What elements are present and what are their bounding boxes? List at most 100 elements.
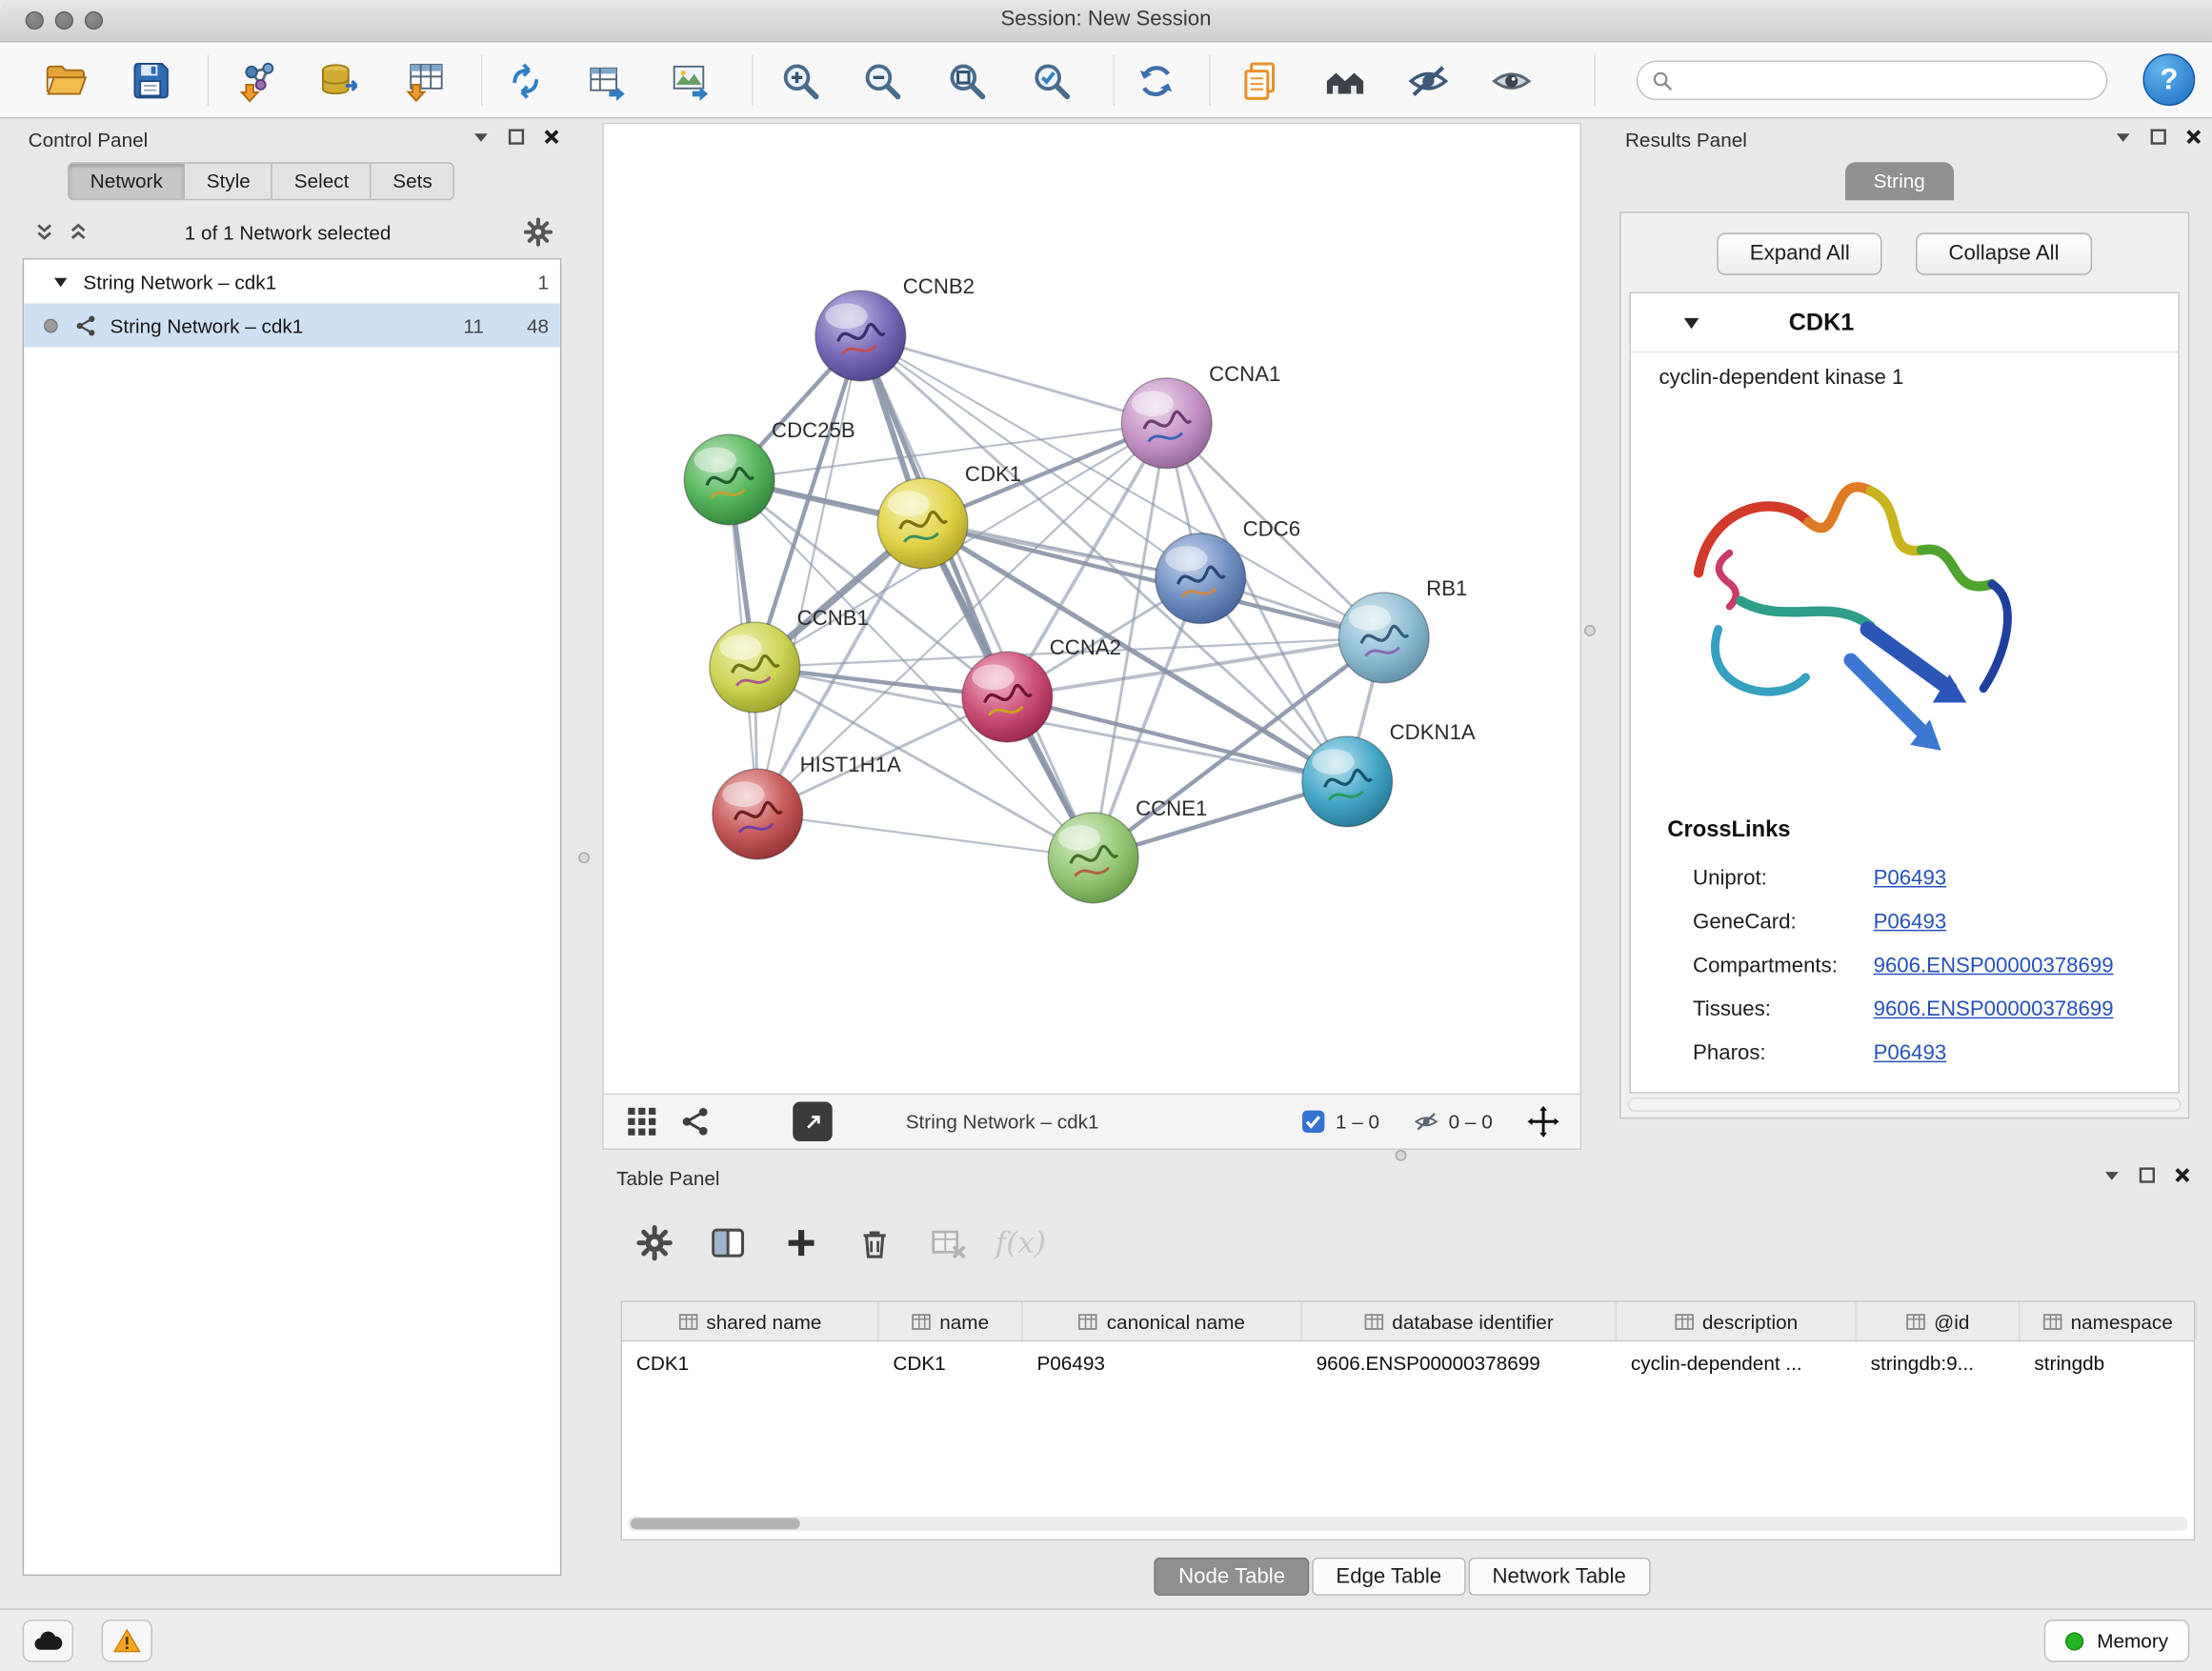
- network-collection-row[interactable]: String Network – cdk1 1: [24, 259, 560, 303]
- show-all-button[interactable]: [1482, 52, 1538, 109]
- gear-icon[interactable]: [523, 217, 553, 247]
- delete-column-button[interactable]: [855, 1224, 893, 1262]
- crosslink-label: GeneCard:: [1693, 910, 1874, 934]
- network-row-selected[interactable]: String Network – cdk1 11 48: [24, 303, 560, 347]
- edge-CCNB2-CCNE1[interactable]: [860, 335, 1093, 857]
- crosslink-link[interactable]: 9606.ENSP00000378699: [1874, 997, 2114, 1021]
- float-panel-icon[interactable]: [2101, 1165, 2122, 1185]
- save-session-button[interactable]: [121, 52, 177, 109]
- import-network-file-button[interactable]: [230, 52, 286, 109]
- clone-network-button[interactable]: [496, 52, 553, 109]
- birds-eye-view-icon[interactable]: [680, 1106, 712, 1137]
- vertical-splitter-handle[interactable]: [1584, 625, 1596, 636]
- tab-network-table[interactable]: Network Table: [1468, 1558, 1650, 1596]
- node-CCNB2[interactable]: CCNB2: [815, 274, 975, 381]
- tab-string[interactable]: String: [1845, 162, 1953, 200]
- table-cell[interactable]: 9606.ENSP00000378699: [1302, 1341, 1617, 1383]
- tab-select[interactable]: Select: [271, 162, 372, 200]
- warnings-button[interactable]: [102, 1620, 152, 1661]
- cloud-status-button[interactable]: [23, 1620, 73, 1661]
- column-header-id[interactable]: @id: [1857, 1302, 2021, 1340]
- graphics-details-icon[interactable]: [627, 1106, 658, 1137]
- search-input[interactable]: [1681, 70, 2106, 92]
- export-table-button[interactable]: [578, 52, 634, 109]
- import-network-database-button[interactable]: [311, 52, 367, 109]
- node-CDK1[interactable]: CDK1: [877, 462, 1021, 569]
- edge-CDK1-RB1[interactable]: [922, 523, 1383, 637]
- zoom-out-icon: [860, 58, 904, 102]
- column-header-description[interactable]: description: [1617, 1302, 1857, 1340]
- memory-button[interactable]: Memory: [2044, 1620, 2189, 1661]
- collapse-section-icon[interactable]: [1681, 312, 1701, 332]
- table-cell[interactable]: stringdb: [2021, 1341, 2197, 1383]
- selected-counts-group: 1 – 0: [1300, 1109, 1379, 1135]
- column-header-canonical-name[interactable]: canonical name: [1023, 1302, 1302, 1340]
- table-cell[interactable]: P06493: [1023, 1341, 1302, 1383]
- table-settings-button[interactable]: [634, 1224, 673, 1262]
- vertical-splitter-handle[interactable]: [578, 852, 590, 863]
- refresh-view-button[interactable]: [1127, 52, 1183, 109]
- import-table-button[interactable]: [396, 52, 452, 109]
- crosslink-link[interactable]: P06493: [1874, 866, 1947, 890]
- column-header-database-identifier[interactable]: database identifier: [1302, 1302, 1617, 1340]
- tab-style[interactable]: Style: [184, 162, 272, 200]
- float-panel-icon[interactable]: [2113, 127, 2133, 147]
- node-CCNA1[interactable]: CCNA1: [1121, 362, 1280, 469]
- edge-CCNB2-HIST1H1A[interactable]: [757, 335, 860, 814]
- maximize-panel-icon[interactable]: [507, 127, 527, 147]
- zoom-out-button[interactable]: [854, 52, 910, 109]
- column-header-shared-name[interactable]: shared name: [622, 1302, 879, 1340]
- table-cell[interactable]: CDK1: [622, 1341, 879, 1383]
- table-cell[interactable]: stringdb:9...: [1857, 1341, 2021, 1383]
- edge-HIST1H1A-CCNE1[interactable]: [757, 814, 1093, 857]
- zoom-fit-button[interactable]: [938, 52, 995, 109]
- selected-checkbox-icon[interactable]: [1300, 1109, 1326, 1135]
- copy-button[interactable]: [1232, 52, 1288, 109]
- node-CDKN1A[interactable]: CDKN1A: [1302, 720, 1476, 827]
- crosslink-link[interactable]: 9606.ENSP00000378699: [1874, 954, 2114, 977]
- collapse-all-button[interactable]: Collapse All: [1916, 232, 2091, 274]
- tab-edge-table[interactable]: Edge Table: [1312, 1558, 1465, 1596]
- column-header-namespace[interactable]: namespace: [2021, 1302, 2197, 1340]
- column-header-name[interactable]: name: [879, 1302, 1023, 1340]
- node-HIST1H1A[interactable]: HIST1H1A: [713, 753, 901, 859]
- maximize-panel-icon[interactable]: [2138, 1165, 2158, 1185]
- detach-view-button[interactable]: [793, 1102, 832, 1141]
- crosshair-icon[interactable]: [1526, 1105, 1560, 1139]
- crosslink-link[interactable]: P06493: [1874, 910, 1947, 934]
- maximize-panel-icon[interactable]: [2148, 127, 2168, 147]
- scrollbar-thumb[interactable]: [631, 1518, 800, 1529]
- select-columns-button[interactable]: [708, 1224, 746, 1262]
- tab-network[interactable]: Network: [68, 162, 185, 200]
- float-panel-icon[interactable]: [472, 127, 492, 147]
- close-panel-icon[interactable]: [542, 127, 562, 147]
- node-label-CDKN1A: CDKN1A: [1390, 720, 1476, 744]
- crosslink-row: Tissues:9606.ENSP00000378699: [1693, 988, 2164, 1032]
- expand-all-button[interactable]: Expand All: [1718, 232, 1882, 274]
- table-cell[interactable]: cyclin-dependent ...: [1617, 1341, 1857, 1383]
- first-neighbors-button[interactable]: [1317, 52, 1373, 109]
- network-canvas[interactable]: CCNB2CCNA1CDC25BCDK1CDC6RB1CCNB1CCNA2CDK…: [604, 124, 1580, 1093]
- open-session-button[interactable]: [37, 52, 93, 109]
- hidden-eye-slash-icon[interactable]: [1414, 1109, 1439, 1135]
- table-horizontal-scrollbar[interactable]: [628, 1517, 2188, 1531]
- tab-node-table[interactable]: Node Table: [1155, 1558, 1309, 1596]
- crosslink-link[interactable]: P06493: [1874, 1041, 1947, 1065]
- table-cell[interactable]: CDK1: [879, 1341, 1023, 1383]
- close-panel-icon[interactable]: [2183, 127, 2203, 147]
- disclosure-triangle-icon[interactable]: [52, 273, 70, 291]
- close-panel-icon[interactable]: [2173, 1165, 2193, 1185]
- hide-selected-button[interactable]: [1399, 52, 1456, 109]
- zoom-selected-button[interactable]: [1023, 52, 1079, 109]
- add-column-button[interactable]: [781, 1224, 819, 1262]
- horizontal-splitter-handle[interactable]: [1396, 1150, 1407, 1161]
- results-scrollbar[interactable]: [1628, 1097, 2182, 1112]
- edge-count: 48: [495, 313, 549, 336]
- zoom-in-button[interactable]: [772, 52, 828, 109]
- export-image-button[interactable]: [662, 52, 718, 109]
- tab-sets[interactable]: Sets: [371, 162, 455, 200]
- node-RB1[interactable]: RB1: [1338, 576, 1467, 683]
- help-button[interactable]: ?: [2142, 53, 2195, 106]
- table-row[interactable]: CDK1CDK1P064939606.ENSP00000378699cyclin…: [622, 1341, 2194, 1383]
- node-CDC6[interactable]: CDC6: [1156, 517, 1300, 624]
